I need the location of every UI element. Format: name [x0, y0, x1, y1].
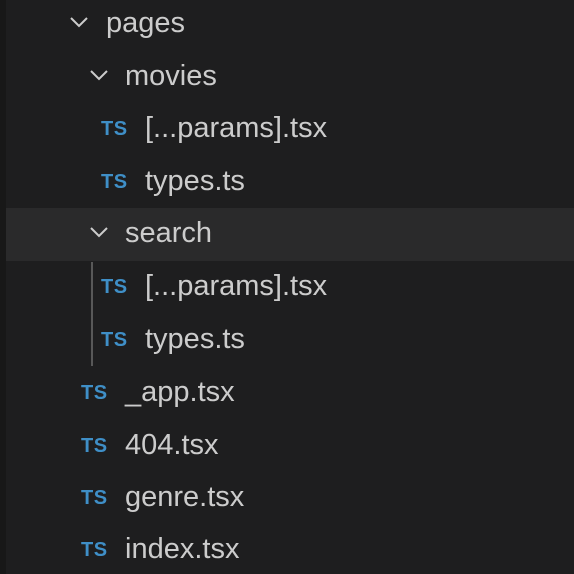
- folder-label: movies: [125, 60, 217, 92]
- file-label: _app.tsx: [125, 376, 235, 408]
- folder-label: pages: [106, 7, 186, 39]
- tree-item-pages-folder[interactable]: pages: [6, 0, 574, 51]
- file-label: [...params].tsx: [145, 112, 328, 144]
- typescript-icon: TS: [81, 539, 108, 561]
- typescript-icon: TS: [101, 118, 128, 140]
- typescript-icon: TS: [81, 487, 108, 509]
- file-label: 404.tsx: [125, 429, 219, 461]
- chevron-down-icon[interactable]: [86, 208, 112, 261]
- typescript-icon: TS: [81, 435, 108, 457]
- typescript-icon: TS: [81, 382, 108, 404]
- typescript-icon: TS: [101, 171, 128, 193]
- chevron-down-icon[interactable]: [86, 51, 112, 104]
- file-label: types.ts: [145, 165, 245, 197]
- file-explorer-tree: pages movies TS [...params].tsx TS types…: [0, 0, 574, 574]
- folder-label: search: [125, 217, 213, 249]
- tree-item-index-file[interactable]: TS index.tsx: [6, 524, 574, 574]
- file-label: [...params].tsx: [145, 270, 328, 302]
- tree-item-search-folder[interactable]: search: [6, 208, 574, 261]
- tree-item-app-file[interactable]: TS _app.tsx: [6, 367, 574, 420]
- typescript-icon: TS: [101, 329, 128, 351]
- chevron-down-icon[interactable]: [66, 0, 92, 51]
- tree-item-movies-folder[interactable]: movies: [6, 51, 574, 104]
- indent-guide: [91, 262, 93, 366]
- file-label: types.ts: [145, 323, 245, 355]
- tree-item-movies-params-file[interactable]: TS [...params].tsx: [6, 103, 574, 156]
- file-label: genre.tsx: [125, 481, 245, 513]
- tree-item-movies-types-file[interactable]: TS types.ts: [6, 156, 574, 209]
- tree-item-404-file[interactable]: TS 404.tsx: [6, 420, 574, 473]
- typescript-icon: TS: [101, 276, 128, 298]
- file-label: index.tsx: [125, 533, 240, 565]
- tree-item-genre-file[interactable]: TS genre.tsx: [6, 472, 574, 525]
